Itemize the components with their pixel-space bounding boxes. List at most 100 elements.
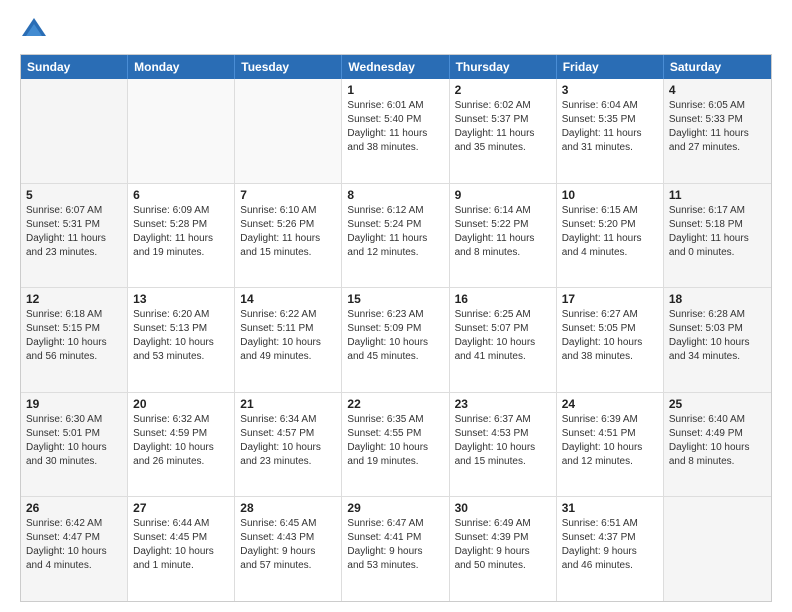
day-number: 17 [562,292,658,306]
day-number: 5 [26,188,122,202]
day-cell-14: 14Sunrise: 6:22 AM Sunset: 5:11 PM Dayli… [235,288,342,392]
day-info: Sunrise: 6:32 AM Sunset: 4:59 PM Dayligh… [133,413,229,469]
day-number: 1 [347,83,443,97]
day-number: 25 [669,397,766,411]
day-number: 24 [562,397,658,411]
day-info: Sunrise: 6:40 AM Sunset: 4:49 PM Dayligh… [669,413,766,469]
day-info: Sunrise: 6:04 AM Sunset: 5:35 PM Dayligh… [562,99,658,155]
day-cell-31: 31 Sunrise: 6:51 AM Sunset: 4:37 PM Dayli… [557,497,664,601]
day-number: 4 [669,83,766,97]
day-info: Sunrise: 6:47 AM Sunset: 4:41 PM Dayligh… [347,517,443,573]
day-number: 27 [133,501,229,515]
day-info: Sunrise: 6:30 AM Sunset: 5:01 PM Dayligh… [26,413,122,469]
empty-cell [128,79,235,183]
day-cell-18: 18Sunrise: 6:28 AM Sunset: 5:03 PM Dayli… [664,288,771,392]
day-info: Sunrise: 6:20 AM Sunset: 5:13 PM Dayligh… [133,308,229,364]
day-info: Sunrise: 6:27 AM Sunset: 5:05 PM Dayligh… [562,308,658,364]
calendar-row-0: 1 Sunrise: 6:01 AM Sunset: 5:40 PM Daylig… [21,79,771,183]
day-number: 10 [562,188,658,202]
day-cell-29: 29Sunrise: 6:47 AM Sunset: 4:41 PM Dayli… [342,497,449,601]
header-day-tuesday: Tuesday [235,55,342,79]
day-info: Sunrise: 6:10 AM Sunset: 5:26 PM Dayligh… [240,204,336,260]
day-info: Sunrise: 6:28 AM Sunset: 5:03 PM Dayligh… [669,308,766,364]
header-day-monday: Monday [128,55,235,79]
calendar-row-3: 19 Sunrise: 6:30 AM Sunset: 5:01 PM Dayli… [21,392,771,497]
day-number: 30 [455,501,551,515]
day-number: 16 [455,292,551,306]
day-number: 6 [133,188,229,202]
day-number: 22 [347,397,443,411]
day-number: 12 [26,292,122,306]
day-cell-16: 16Sunrise: 6:25 AM Sunset: 5:07 PM Dayli… [450,288,557,392]
day-number: 2 [455,83,551,97]
logo-icon [20,16,48,44]
header-day-friday: Friday [557,55,664,79]
day-info: Sunrise: 6:12 AM Sunset: 5:24 PM Dayligh… [347,204,443,260]
calendar-header: SundayMondayTuesdayWednesdayThursdayFrid… [21,55,771,79]
day-number: 26 [26,501,122,515]
day-cell-6: 6Sunrise: 6:09 AM Sunset: 5:28 PM Daylig… [128,184,235,288]
day-info: Sunrise: 6:05 AM Sunset: 5:33 PM Dayligh… [669,99,766,155]
day-info: Sunrise: 6:14 AM Sunset: 5:22 PM Dayligh… [455,204,551,260]
day-cell-23: 23 Sunrise: 6:37 AM Sunset: 4:53 PM Dayli… [450,393,557,497]
day-number: 11 [669,188,766,202]
header-day-wednesday: Wednesday [342,55,449,79]
day-cell-15: 15 Sunrise: 6:23 AM Sunset: 5:09 PM Dayli… [342,288,449,392]
day-cell-5: 5Sunrise: 6:07 AM Sunset: 5:31 PM Daylig… [21,184,128,288]
empty-cell [21,79,128,183]
day-cell-30: 30 Sunrise: 6:49 AM Sunset: 4:39 PM Dayli… [450,497,557,601]
page: SundayMondayTuesdayWednesdayThursdayFrid… [0,0,792,612]
day-info: Sunrise: 6:15 AM Sunset: 5:20 PM Dayligh… [562,204,658,260]
day-cell-25: 25 Sunrise: 6:40 AM Sunset: 4:49 PM Dayli… [664,393,771,497]
day-info: Sunrise: 6:01 AM Sunset: 5:40 PM Dayligh… [347,99,443,155]
day-cell-8: 8 Sunrise: 6:12 AM Sunset: 5:24 PM Daylig… [342,184,449,288]
day-cell-9: 9 Sunrise: 6:14 AM Sunset: 5:22 PM Daylig… [450,184,557,288]
day-number: 8 [347,188,443,202]
day-cell-21: 21 Sunrise: 6:34 AM Sunset: 4:57 PM Dayli… [235,393,342,497]
day-number: 13 [133,292,229,306]
day-cell-28: 28 Sunrise: 6:45 AM Sunset: 4:43 PM Dayli… [235,497,342,601]
calendar: SundayMondayTuesdayWednesdayThursdayFrid… [20,54,772,602]
day-info: Sunrise: 6:37 AM Sunset: 4:53 PM Dayligh… [455,413,551,469]
day-info: Sunrise: 6:49 AM Sunset: 4:39 PM Dayligh… [455,517,551,573]
day-info: Sunrise: 6:42 AM Sunset: 4:47 PM Dayligh… [26,517,122,573]
day-info: Sunrise: 6:34 AM Sunset: 4:57 PM Dayligh… [240,413,336,469]
day-cell-13: 13 Sunrise: 6:20 AM Sunset: 5:13 PM Dayli… [128,288,235,392]
logo [20,16,52,44]
day-cell-2: 2 Sunrise: 6:02 AM Sunset: 5:37 PM Daylig… [450,79,557,183]
day-info: Sunrise: 6:17 AM Sunset: 5:18 PM Dayligh… [669,204,766,260]
day-number: 20 [133,397,229,411]
day-cell-1: 1 Sunrise: 6:01 AM Sunset: 5:40 PM Daylig… [342,79,449,183]
empty-cell [235,79,342,183]
day-number: 31 [562,501,658,515]
day-cell-22: 22 Sunrise: 6:35 AM Sunset: 4:55 PM Dayli… [342,393,449,497]
day-number: 14 [240,292,336,306]
calendar-row-2: 12Sunrise: 6:18 AM Sunset: 5:15 PM Dayli… [21,287,771,392]
day-info: Sunrise: 6:45 AM Sunset: 4:43 PM Dayligh… [240,517,336,573]
day-number: 3 [562,83,658,97]
day-number: 21 [240,397,336,411]
day-cell-11: 11 Sunrise: 6:17 AM Sunset: 5:18 PM Dayli… [664,184,771,288]
day-cell-7: 7Sunrise: 6:10 AM Sunset: 5:26 PM Daylig… [235,184,342,288]
day-cell-17: 17 Sunrise: 6:27 AM Sunset: 5:05 PM Dayli… [557,288,664,392]
day-number: 23 [455,397,551,411]
day-cell-4: 4 Sunrise: 6:05 AM Sunset: 5:33 PM Daylig… [664,79,771,183]
day-info: Sunrise: 6:23 AM Sunset: 5:09 PM Dayligh… [347,308,443,364]
day-cell-3: 3 Sunrise: 6:04 AM Sunset: 5:35 PM Daylig… [557,79,664,183]
day-info: Sunrise: 6:39 AM Sunset: 4:51 PM Dayligh… [562,413,658,469]
day-cell-26: 26 Sunrise: 6:42 AM Sunset: 4:47 PM Dayli… [21,497,128,601]
header-day-sunday: Sunday [21,55,128,79]
day-info: Sunrise: 6:44 AM Sunset: 4:45 PM Dayligh… [133,517,229,573]
day-number: 15 [347,292,443,306]
header [20,16,772,44]
day-number: 19 [26,397,122,411]
day-info: Sunrise: 6:51 AM Sunset: 4:37 PM Dayligh… [562,517,658,573]
empty-cell [664,497,771,601]
day-cell-24: 24 Sunrise: 6:39 AM Sunset: 4:51 PM Dayli… [557,393,664,497]
calendar-row-4: 26 Sunrise: 6:42 AM Sunset: 4:47 PM Dayli… [21,496,771,601]
day-info: Sunrise: 6:35 AM Sunset: 4:55 PM Dayligh… [347,413,443,469]
day-info: Sunrise: 6:02 AM Sunset: 5:37 PM Dayligh… [455,99,551,155]
day-number: 28 [240,501,336,515]
day-cell-27: 27 Sunrise: 6:44 AM Sunset: 4:45 PM Dayli… [128,497,235,601]
day-number: 9 [455,188,551,202]
